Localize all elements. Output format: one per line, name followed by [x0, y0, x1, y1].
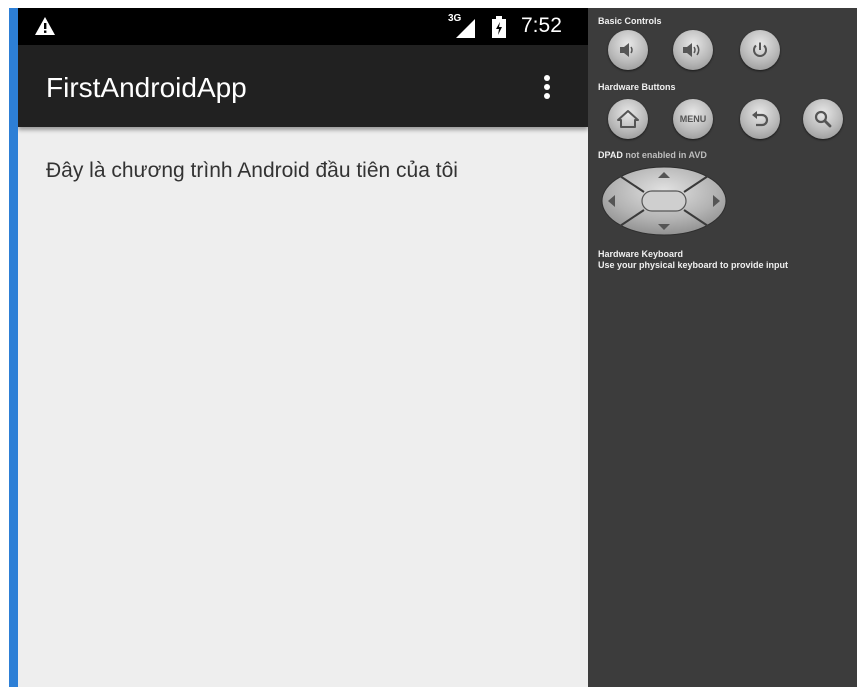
action-bar: FirstAndroidApp — [18, 45, 588, 127]
hardware-keyboard-info: Hardware Keyboard Use your physical keyb… — [598, 249, 788, 271]
volume-down-icon — [620, 43, 633, 57]
back-arrow-icon — [752, 111, 769, 127]
hardware-keyboard-title: Hardware Keyboard — [598, 249, 684, 259]
volume-down-button[interactable] — [608, 30, 648, 70]
main-text: Đây là chương trình Android đầu tiên của… — [46, 159, 458, 182]
warning-icon — [35, 17, 55, 35]
dpad-control — [601, 166, 727, 236]
search-icon — [814, 110, 832, 128]
dpad-label-bold: DPAD — [598, 150, 623, 160]
emulator-controls-panel: Basic Controls Hardware Buttons MENU DPA… — [588, 8, 857, 687]
emulator-window: 3G 7:52 FirstAndroidApp Đây là chương tr… — [0, 0, 857, 687]
status-clock: 7:52 — [521, 14, 562, 37]
dpad-label-note: not enabled in AVD — [625, 150, 707, 160]
back-button[interactable] — [740, 99, 780, 139]
emulator-frame-strip — [9, 8, 18, 687]
app-title: FirstAndroidApp — [46, 72, 247, 103]
home-button[interactable] — [608, 99, 648, 139]
menu-button-label: MENU — [679, 114, 707, 124]
menu-button[interactable]: MENU — [673, 99, 713, 139]
search-button[interactable] — [803, 99, 843, 139]
hardware-buttons-label: Hardware Buttons — [598, 82, 676, 92]
power-button[interactable] — [740, 30, 780, 70]
volume-up-button[interactable] — [673, 30, 713, 70]
hardware-keyboard-hint: Use your physical keyboard to provide in… — [598, 260, 789, 270]
status-bar: 3G 7:52 — [18, 8, 588, 45]
dpad-label: DPAD not enabled in AVD — [598, 150, 707, 160]
signal-strength-icon — [456, 19, 475, 38]
home-icon — [617, 110, 639, 128]
volume-up-icon — [683, 43, 700, 57]
power-icon — [753, 42, 767, 57]
phone-screen: 3G 7:52 FirstAndroidApp Đây là chương tr… — [18, 8, 588, 687]
basic-controls-label: Basic Controls — [598, 16, 662, 26]
overflow-menu-icon[interactable] — [540, 75, 554, 105]
battery-icon — [492, 16, 506, 38]
